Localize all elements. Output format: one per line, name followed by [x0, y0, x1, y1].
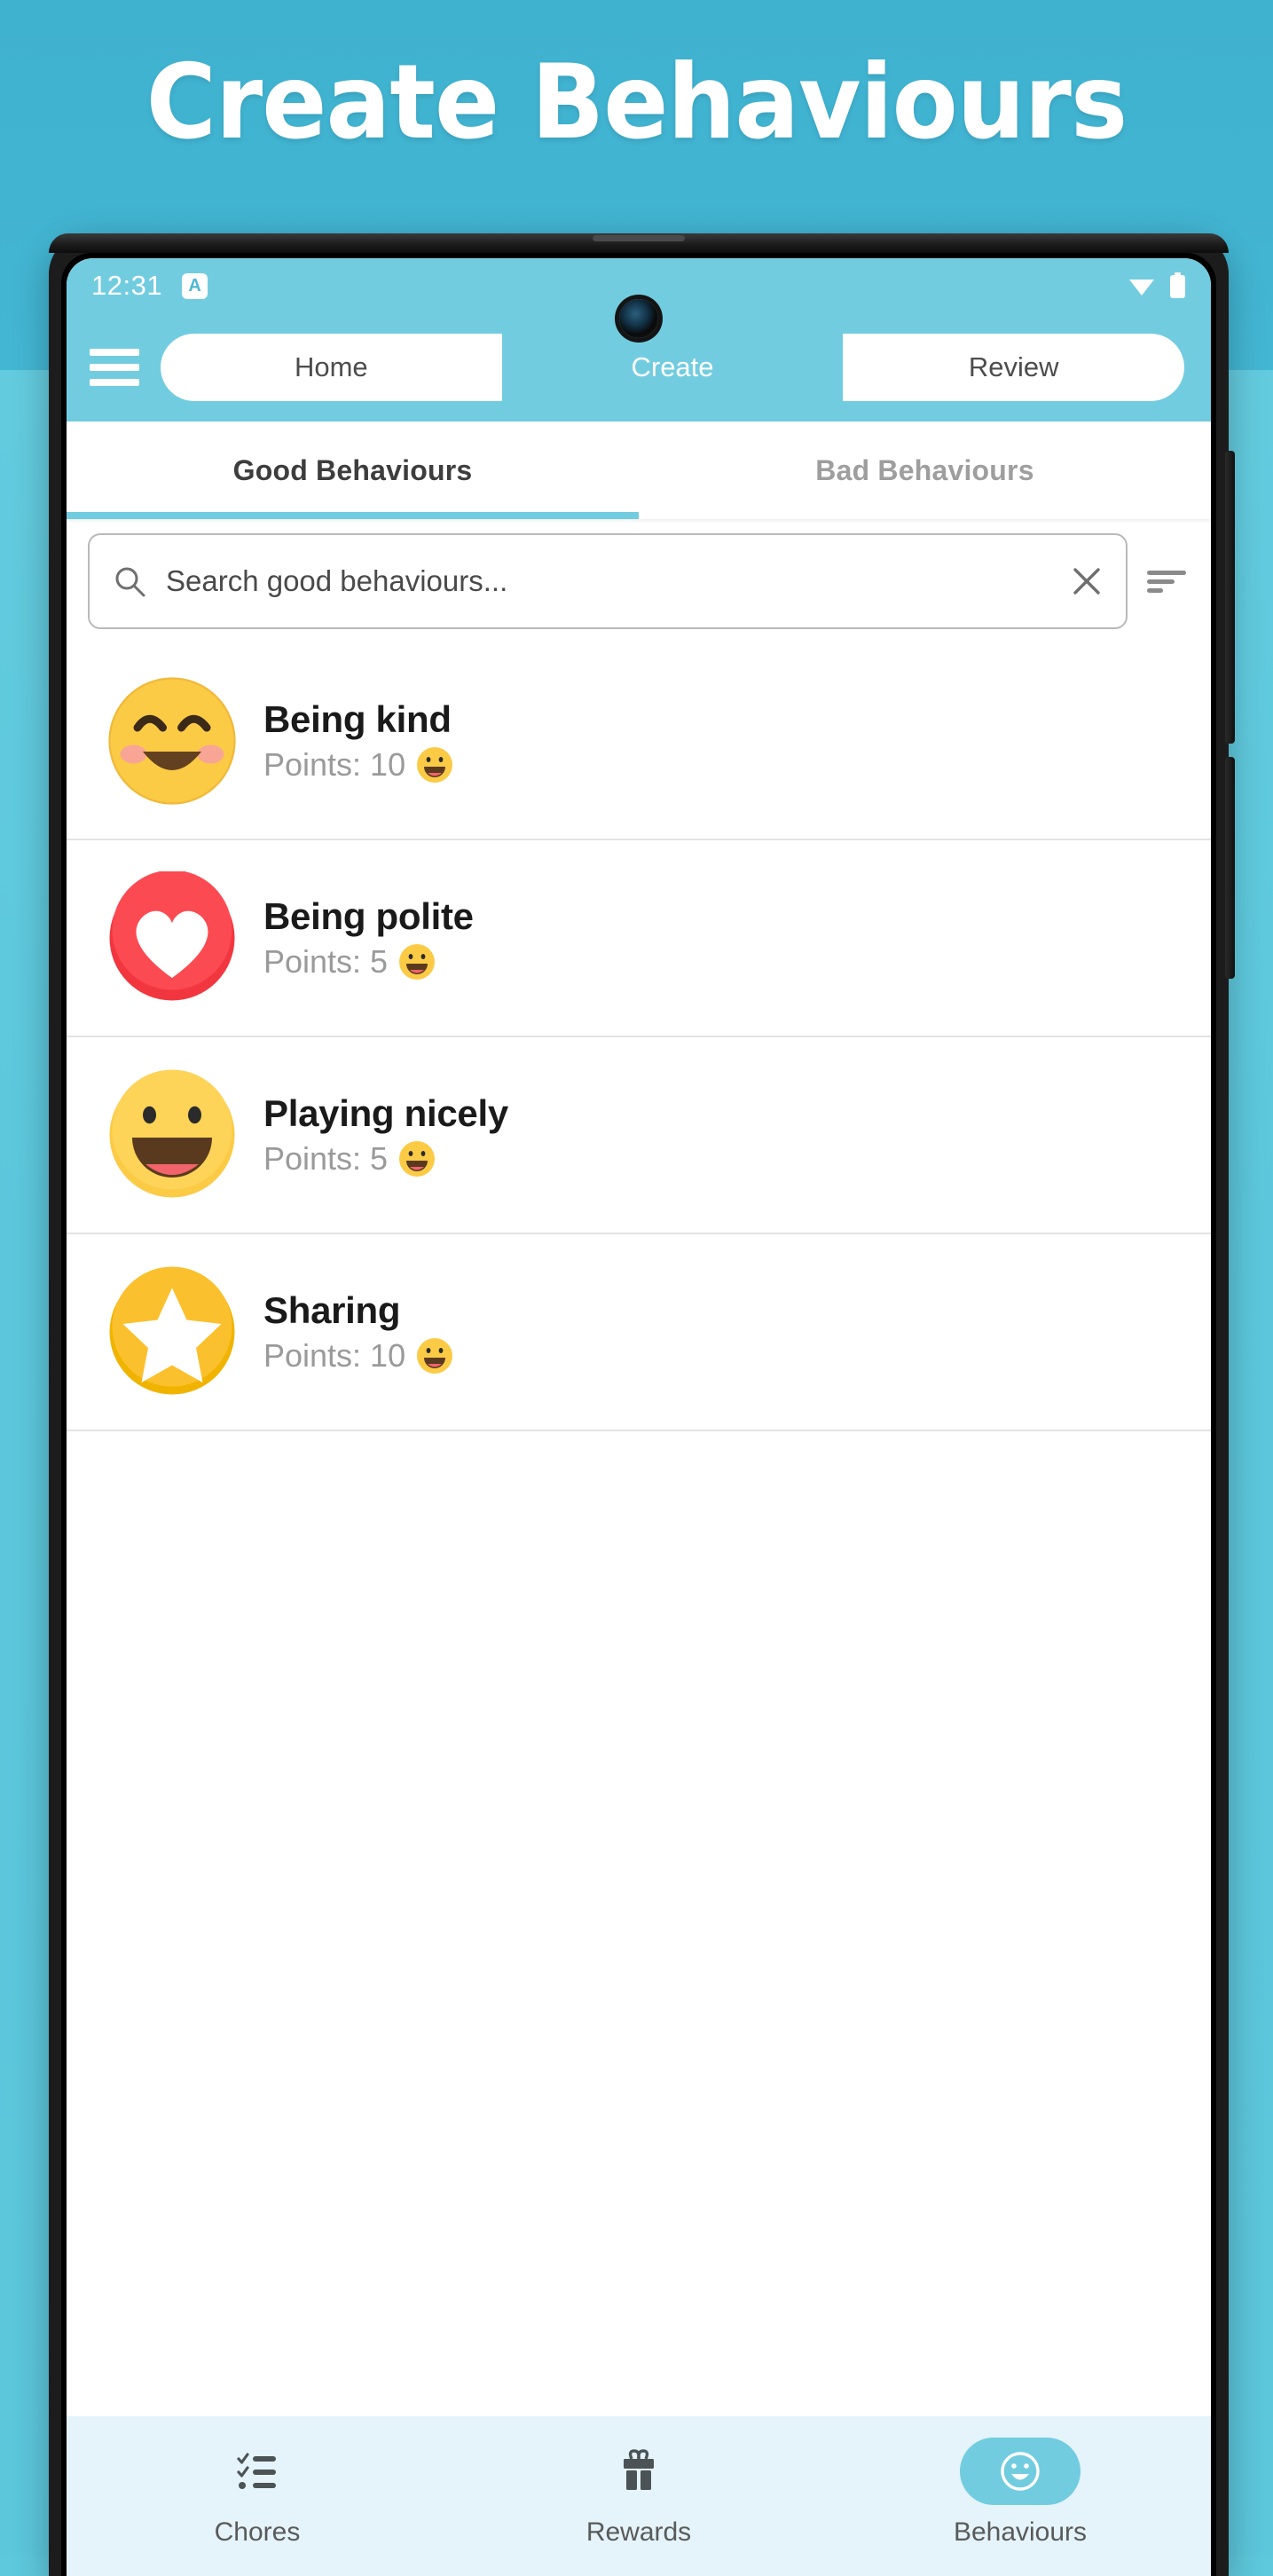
list-item-title: Being polite: [263, 895, 474, 937]
grinning-face-icon: [417, 1338, 453, 1374]
status-app-badge: A: [182, 272, 208, 299]
hamburger-line: [90, 349, 139, 356]
search-icon: [115, 567, 145, 597]
grinning-face-icon: [417, 747, 453, 783]
points-label: Points: 5: [263, 1140, 389, 1177]
segmented-control: Home Create Review: [161, 334, 1184, 401]
nav-label-rewards: Rewards: [585, 2517, 692, 2547]
search-row: [67, 519, 1211, 643]
tab-good-behaviours[interactable]: Good Behaviours: [67, 421, 639, 519]
points-label: Points: 10: [263, 1337, 406, 1374]
heart-icon: [106, 871, 239, 1004]
list-item-title: Sharing: [263, 1289, 401, 1331]
segment-review[interactable]: Review: [843, 334, 1184, 401]
list-item-points: Points: 5: [263, 943, 474, 981]
nav-label-behaviours: Behaviours: [953, 2517, 1088, 2547]
grinning-face-icon: [399, 1141, 436, 1177]
phone-earpiece-speaker: [593, 235, 685, 241]
list-item[interactable]: Sharing Points: 10: [67, 1234, 1211, 1431]
page-title: Create Behaviours: [145, 43, 1128, 162]
power-button[interactable]: [1225, 757, 1235, 979]
list-item-text: Playing nicely Points: 5: [263, 1092, 508, 1178]
nav-item-rewards[interactable]: Rewards: [448, 2438, 829, 2548]
list-item-points: Points: 5: [263, 1140, 508, 1178]
wifi-icon: [1129, 280, 1154, 295]
status-indicators: [1128, 272, 1186, 299]
hamburger-menu-icon[interactable]: [90, 349, 139, 386]
search-input[interactable]: [166, 564, 1049, 598]
grinning-face-icon: [399, 944, 436, 980]
list-item-title: Playing nicely: [263, 1092, 508, 1134]
points-label: Points: 5: [263, 943, 389, 980]
tab-bad-behaviours[interactable]: Bad Behaviours: [639, 421, 1211, 519]
list-item-title: Being kind: [263, 698, 452, 740]
phone-screen: 12:31 A Home Create Review Good Behaviou…: [67, 258, 1211, 2576]
hamburger-line: [90, 379, 139, 386]
smiley-face-icon: [1001, 2452, 1040, 2491]
nav-label-chores: Chores: [214, 2517, 301, 2547]
list-item-text: Sharing Points: 10: [263, 1289, 453, 1375]
points-label: Points: 10: [263, 746, 406, 783]
search-box[interactable]: [88, 533, 1128, 629]
list-item[interactable]: Playing nicely Points: 5: [67, 1037, 1211, 1234]
phone-bezel: 12:31 A Home Create Review Good Behaviou…: [61, 253, 1216, 2576]
front-camera-icon: [619, 299, 658, 338]
list-item-text: Being kind Points: 10: [263, 698, 453, 784]
smiling-face-with-smiling-eyes-icon: [106, 674, 239, 807]
nav-pill-behaviours: [960, 2438, 1080, 2505]
list-item-text: Being polite Points: 5: [263, 895, 474, 981]
status-time: 12:31: [91, 270, 163, 301]
list-item[interactable]: Being polite Points: 5: [67, 840, 1211, 1037]
segment-home[interactable]: Home: [161, 334, 502, 401]
behaviour-list: Being kind Points: 10 Being polite Point…: [67, 643, 1211, 2416]
bottom-navigation-bar: Chores Rewards Behaviours: [67, 2416, 1211, 2576]
close-icon[interactable]: [1069, 563, 1104, 599]
gift-icon: [624, 2449, 654, 2490]
nav-pill-chores: [197, 2438, 318, 2505]
list-item-points: Points: 10: [263, 1337, 453, 1375]
list-item[interactable]: Being kind Points: 10: [67, 643, 1211, 840]
phone-top-edge: [49, 233, 1229, 253]
nav-item-chores[interactable]: Chores: [67, 2438, 448, 2548]
behaviour-type-tabs: Good Behaviours Bad Behaviours: [67, 421, 1211, 519]
grinning-face-big-mouth-icon: [106, 1068, 239, 1201]
nav-pill-rewards: [578, 2438, 699, 2505]
list-item-points: Points: 10: [263, 746, 453, 784]
sort-icon[interactable]: [1143, 563, 1190, 599]
checklist-icon: [237, 2453, 276, 2489]
segment-create[interactable]: Create: [501, 334, 844, 401]
battery-icon: [1170, 272, 1185, 298]
star-icon: [106, 1265, 239, 1398]
volume-button[interactable]: [1225, 451, 1235, 744]
hamburger-line: [90, 364, 139, 371]
phone-device-mockup: 12:31 A Home Create Review Good Behaviou…: [49, 233, 1235, 2576]
nav-item-behaviours[interactable]: Behaviours: [829, 2438, 1211, 2548]
tab-active-indicator: [67, 512, 639, 519]
